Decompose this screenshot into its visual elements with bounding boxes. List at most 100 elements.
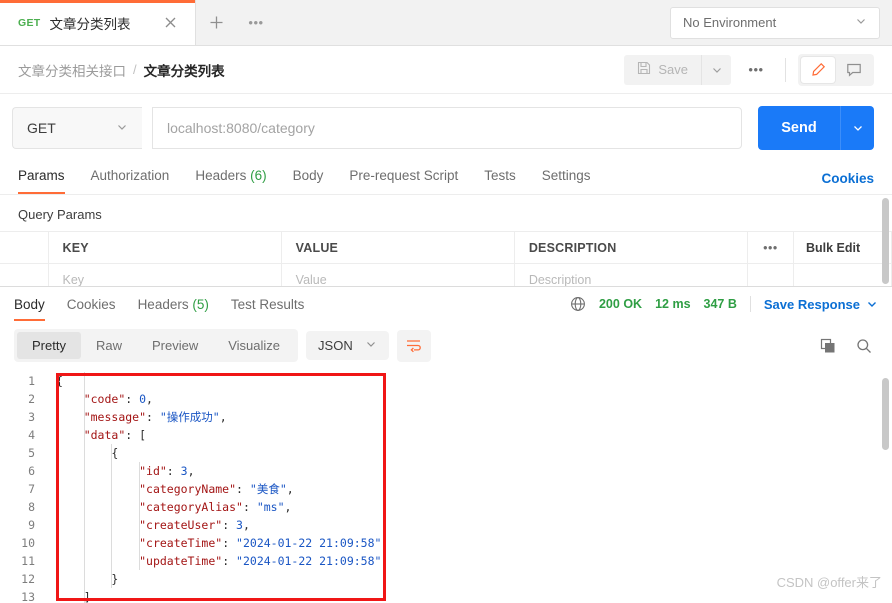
indent-guide (138, 462, 140, 570)
page-title: 文章分类列表 (143, 63, 225, 79)
code-line: "message": "操作成功", (83, 410, 227, 424)
request-scrollbar[interactable] (882, 198, 889, 284)
response-tab-body[interactable]: Body (14, 287, 45, 321)
response-pane: Body Cookies Headers (5) Test Results 20… (0, 286, 892, 603)
view-mode-raw[interactable]: Raw (81, 332, 137, 359)
edit-pencil-icon[interactable] (801, 56, 835, 83)
send-dropdown-button[interactable] (840, 106, 874, 150)
response-view-bar: Pretty Raw Preview Visualize JSON (0, 321, 892, 372)
tab-tests[interactable]: Tests (484, 162, 516, 194)
send-button[interactable]: Send (758, 106, 840, 150)
column-key: KEY (47, 231, 282, 264)
code-line: "categoryAlias": "ms", (139, 500, 292, 514)
send-button-group: Send (758, 106, 874, 150)
tab-headers-label: Headers (195, 168, 247, 183)
code-line: "createTime": "2024-01-22 21:09:58", (139, 536, 389, 550)
tab-authorization[interactable]: Authorization (91, 162, 170, 194)
cookies-link[interactable]: Cookies (821, 171, 874, 186)
code-line: "id": 3, (139, 464, 195, 478)
view-mode-visualize[interactable]: Visualize (213, 332, 295, 359)
status-badge: 200 OK (598, 297, 643, 311)
request-tab-method: GET (18, 16, 41, 29)
indent-guide (83, 372, 85, 603)
response-tab-headers[interactable]: Headers (5) (138, 287, 209, 321)
response-time: 12 ms (655, 297, 691, 311)
tab-pre-request-script[interactable]: Pre-request Script (349, 162, 458, 194)
tabstrip-spacer (276, 0, 670, 45)
environment-selector[interactable]: No Environment (670, 6, 880, 39)
breadcrumb-separator: / (133, 62, 137, 77)
code-line: "createUser": 3, (139, 518, 250, 532)
format-label: JSON (318, 338, 353, 353)
save-dropdown-button[interactable] (701, 54, 731, 85)
save-label: Save (658, 62, 688, 77)
bulk-edit-button[interactable]: Bulk Edit (793, 231, 892, 264)
tab-pre-request-script-label: Pre-request Script (349, 168, 459, 183)
breadcrumb-parent[interactable]: 文章分类相关接口 (18, 60, 126, 80)
code-line: "data": [ (83, 428, 147, 442)
tab-strip: GET 文章分类列表 ••• No Environment (0, 0, 892, 46)
params-more-icon[interactable]: ••• (747, 231, 794, 264)
response-tab-headers-label: Headers (137, 296, 189, 312)
tab-body-label: Body (292, 168, 324, 183)
save-icon (637, 61, 651, 78)
response-tab-test-results-label: Test Results (230, 296, 305, 312)
response-tab-headers-count: (5) (192, 296, 209, 312)
new-tab-button[interactable] (196, 0, 236, 45)
response-tab-cookies[interactable]: Cookies (67, 287, 116, 321)
json-code: 1234567891011121314 { "code": 0, "messag… (0, 372, 878, 603)
method-selector[interactable]: GET (12, 107, 142, 149)
copy-icon[interactable] (814, 332, 842, 360)
divider (785, 57, 786, 82)
request-tab[interactable]: GET 文章分类列表 (0, 0, 196, 45)
more-actions-icon[interactable]: ••• (739, 55, 773, 85)
url-input[interactable]: localhost:8080/category (152, 107, 742, 149)
save-response-button[interactable]: Save Response (764, 297, 878, 312)
chevron-down-icon (365, 338, 377, 353)
request-tab-title: 文章分类列表 (49, 16, 131, 32)
code-line: } (111, 572, 119, 586)
view-mode-preview[interactable]: Preview (137, 332, 213, 359)
save-button-group: Save (624, 54, 731, 85)
view-toggle-group (798, 53, 874, 86)
chevron-down-icon (855, 15, 867, 30)
tab-settings-label: Settings (541, 168, 591, 183)
code-line: { (111, 446, 119, 460)
globe-icon (570, 296, 586, 312)
chevron-down-icon (868, 302, 876, 307)
response-scrollbar[interactable] (882, 378, 889, 450)
indent-guide (111, 444, 112, 588)
line-numbers: 1234567891011121314 (21, 374, 35, 603)
column-value: VALUE (280, 231, 515, 264)
code-line: ] (83, 590, 91, 603)
search-icon[interactable] (850, 332, 878, 360)
tab-settings[interactable]: Settings (542, 162, 591, 194)
tab-body[interactable]: Body (293, 162, 324, 194)
select-all-cell[interactable] (0, 231, 49, 264)
response-tabs: Body Cookies Headers (5) Test Results 20… (0, 287, 892, 321)
tab-more-icon[interactable]: ••• (236, 0, 276, 45)
wrap-lines-icon[interactable] (396, 329, 431, 362)
save-button[interactable]: Save (624, 54, 701, 85)
method-label: GET (27, 120, 56, 136)
tab-params-label: Params (18, 168, 65, 183)
close-icon[interactable] (161, 14, 179, 32)
code-lines: { "code": 0, "message": "操作成功", "data": … (44, 372, 388, 603)
save-response-label: Save Response (763, 296, 860, 312)
breadcrumb-row: 文章分类相关接口 / 文章分类列表 Save ••• (0, 46, 892, 94)
tab-tests-label: Tests (484, 168, 516, 183)
tab-headers[interactable]: Headers (6) (195, 162, 266, 194)
column-description: DESCRIPTION (513, 231, 749, 264)
view-mode-pretty[interactable]: Pretty (17, 332, 81, 359)
format-selector[interactable]: JSON (306, 331, 389, 360)
comment-icon[interactable] (837, 57, 871, 83)
query-params-title: Query Params (18, 207, 102, 222)
chevron-down-icon (116, 120, 128, 136)
response-tab-body-label: Body (14, 296, 45, 312)
code-line: { (56, 374, 63, 388)
postman-window: GET 文章分类列表 ••• No Environment 文章分类相关接口 /… (0, 0, 892, 603)
tab-params[interactable]: Params (18, 162, 65, 194)
response-size: 347 B (703, 297, 737, 311)
response-body-viewer[interactable]: 1234567891011121314 { "code": 0, "messag… (0, 372, 892, 603)
response-tab-test-results[interactable]: Test Results (231, 287, 305, 321)
